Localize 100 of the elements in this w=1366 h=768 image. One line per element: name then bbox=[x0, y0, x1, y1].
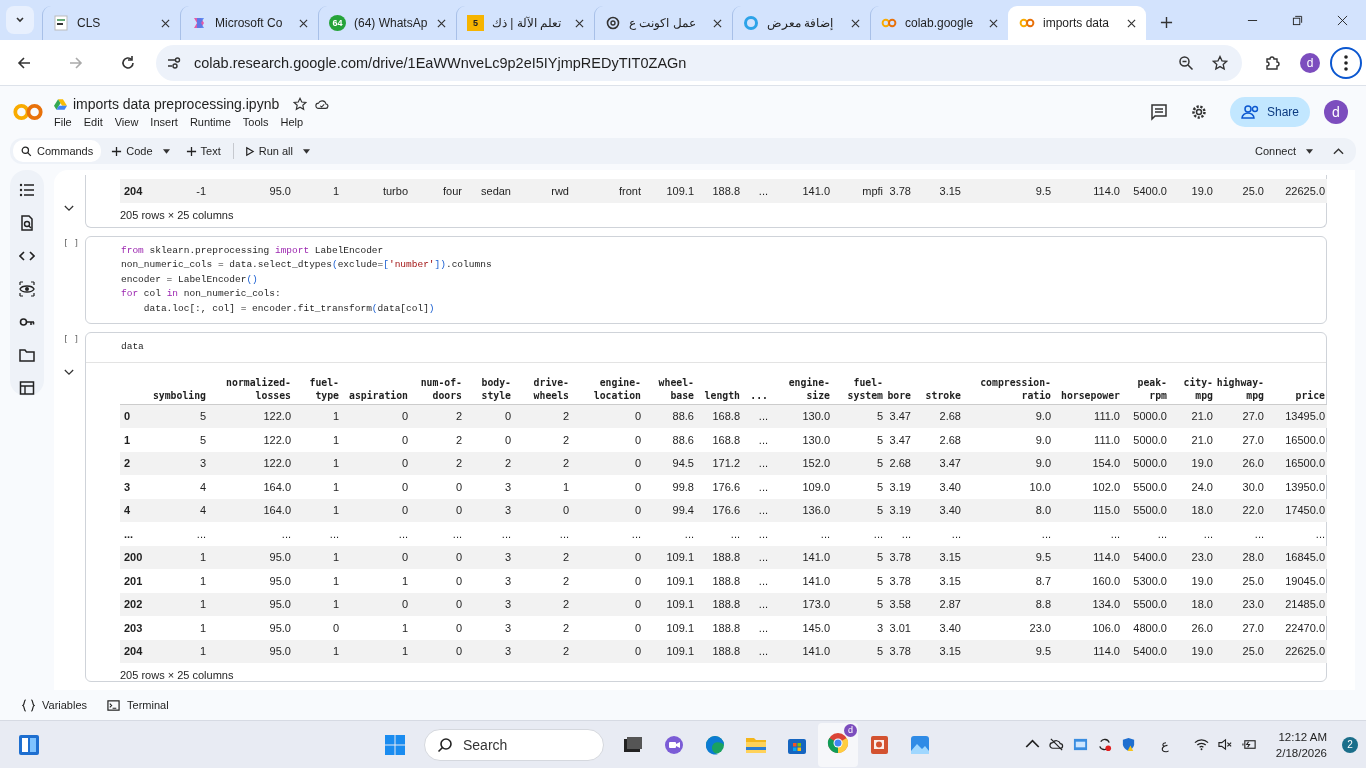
table-cell: 3.58 bbox=[885, 592, 913, 616]
chevron-icon[interactable] bbox=[64, 369, 74, 376]
table-cell: 3 bbox=[464, 545, 513, 569]
table-cell: 21.0 bbox=[1169, 404, 1215, 428]
profile-badge: d bbox=[844, 723, 857, 737]
table-cell: 27.0 bbox=[1215, 616, 1266, 640]
table-cell: 1 bbox=[293, 498, 341, 522]
row-index: 200 bbox=[120, 545, 151, 569]
extensions-icon[interactable] bbox=[1264, 54, 1280, 71]
add-code-button[interactable]: Code bbox=[107, 140, 157, 162]
close-icon[interactable] bbox=[851, 18, 860, 28]
settings-icon[interactable] bbox=[1190, 103, 1208, 121]
restore-icon[interactable] bbox=[1292, 14, 1303, 26]
folder-icon[interactable] bbox=[19, 347, 35, 363]
run-marker[interactable]: [ ] bbox=[63, 334, 80, 344]
profile-avatar[interactable]: d bbox=[1300, 52, 1320, 73]
cloud-off-icon[interactable] bbox=[1048, 737, 1064, 752]
wifi-icon[interactable] bbox=[1193, 737, 1209, 752]
table-cell: 95.0 bbox=[208, 179, 293, 203]
menu-item[interactable]: Insert bbox=[150, 116, 178, 128]
caret-icon[interactable] bbox=[1306, 148, 1313, 154]
table-cell: 5300.0 bbox=[1122, 569, 1169, 593]
code-line: non_numeric_cols = data.select_dtypes(exclude=['number']).columns bbox=[121, 258, 493, 272]
clock[interactable]: 12:12 AM 2/18/2026 bbox=[1275, 728, 1327, 761]
eye-icon[interactable] bbox=[19, 281, 35, 297]
add-text-button[interactable]: Text bbox=[181, 140, 225, 162]
zoom-out-icon[interactable] bbox=[1178, 54, 1194, 71]
comment-icon[interactable] bbox=[1150, 103, 1168, 121]
close-icon[interactable] bbox=[437, 18, 446, 28]
close-icon[interactable] bbox=[1337, 14, 1348, 26]
menu-item[interactable]: Tools bbox=[242, 116, 269, 128]
drive-icon bbox=[54, 98, 67, 110]
close-icon[interactable] bbox=[575, 18, 584, 28]
table-cell: 3 bbox=[464, 475, 513, 499]
user-avatar[interactable]: d bbox=[1324, 100, 1348, 124]
variables-button[interactable]: Variables bbox=[22, 698, 88, 712]
table-cell: 0 bbox=[571, 545, 643, 569]
sync-icon[interactable] bbox=[1096, 737, 1112, 752]
row-index: 4 bbox=[120, 498, 151, 522]
network-app-icon[interactable] bbox=[1072, 737, 1088, 752]
table-icon[interactable] bbox=[19, 380, 35, 396]
table-of-contents-icon[interactable] bbox=[19, 182, 35, 198]
table-cell: 160.0 bbox=[1053, 569, 1122, 593]
table-cell: 0 bbox=[571, 639, 643, 663]
table-cell: 188.8 bbox=[696, 639, 742, 663]
address-field[interactable]: colab.research.google.com/drive/1EaWWnveLc9p2eI5IYjmpREDyTIT0ZAGn bbox=[156, 44, 1242, 81]
notebook-title[interactable]: imports data preprocessing.ipynb bbox=[73, 96, 280, 112]
notification-badge[interactable]: 2 bbox=[1342, 736, 1358, 753]
table-cell: 99.8 bbox=[643, 475, 696, 499]
table-cell: 111.0 bbox=[1053, 404, 1122, 428]
run-all-button[interactable]: Run all bbox=[239, 140, 297, 162]
find-icon[interactable] bbox=[19, 215, 35, 231]
commands-button[interactable]: Commands bbox=[13, 140, 102, 162]
ring-icon bbox=[743, 15, 759, 31]
start-icon[interactable] bbox=[383, 732, 407, 757]
table-cell: ... bbox=[1266, 522, 1327, 546]
table-cell: 0 bbox=[513, 498, 571, 522]
close-icon[interactable] bbox=[1127, 18, 1136, 28]
star-icon[interactable] bbox=[1212, 54, 1228, 71]
menu-item[interactable]: File bbox=[54, 116, 72, 128]
row-index: 204 bbox=[120, 639, 151, 663]
run-marker[interactable]: [ ] bbox=[63, 237, 80, 248]
menu-item[interactable]: Edit bbox=[83, 116, 103, 128]
menu-item[interactable]: Help bbox=[280, 116, 304, 128]
table-cell: 5 bbox=[832, 428, 885, 452]
caret-icon[interactable] bbox=[303, 148, 310, 154]
reload-icon[interactable] bbox=[120, 54, 136, 71]
collapse-icon[interactable] bbox=[1333, 147, 1344, 155]
site-info-icon[interactable] bbox=[166, 54, 182, 71]
shield-warning-icon[interactable] bbox=[1120, 737, 1136, 752]
terminal-button[interactable]: Terminal bbox=[107, 698, 169, 712]
close-icon[interactable] bbox=[161, 18, 170, 28]
menu-icon[interactable] bbox=[1330, 46, 1362, 79]
back-icon[interactable] bbox=[16, 54, 32, 71]
close-icon[interactable] bbox=[299, 18, 308, 28]
language-indicator[interactable]: ع bbox=[1160, 737, 1169, 752]
table-cell: 23.0 bbox=[963, 616, 1053, 640]
widgets-icon[interactable] bbox=[17, 732, 41, 757]
colab-logo[interactable] bbox=[12, 102, 44, 122]
mute-icon[interactable] bbox=[1217, 737, 1233, 752]
caret-icon[interactable] bbox=[162, 148, 170, 154]
menu-item[interactable]: Runtime bbox=[189, 116, 231, 128]
search-box[interactable]: Search bbox=[424, 728, 604, 761]
new-tab-icon[interactable] bbox=[1160, 16, 1173, 29]
share-button[interactable]: Share bbox=[1230, 97, 1310, 127]
table-cell: 5000.0 bbox=[1122, 404, 1169, 428]
star-icon[interactable] bbox=[293, 97, 308, 111]
close-icon[interactable] bbox=[713, 18, 722, 28]
close-icon[interactable] bbox=[989, 18, 998, 28]
table-cell: 3.15 bbox=[913, 179, 963, 203]
table-cell: 5 bbox=[832, 451, 885, 475]
menu-item[interactable]: View bbox=[114, 116, 139, 128]
table-cell: 3 bbox=[464, 592, 513, 616]
chrome-icon[interactable] bbox=[826, 730, 850, 755]
chevron-icon[interactable] bbox=[64, 205, 74, 212]
table-cell: 3.19 bbox=[885, 475, 913, 499]
browser-tab[interactable]: imports data bbox=[1008, 6, 1146, 40]
column-header: num-of-doors bbox=[410, 367, 464, 404]
connect-button[interactable]: Connect bbox=[1251, 140, 1300, 162]
battery-icon[interactable] bbox=[1241, 737, 1257, 752]
